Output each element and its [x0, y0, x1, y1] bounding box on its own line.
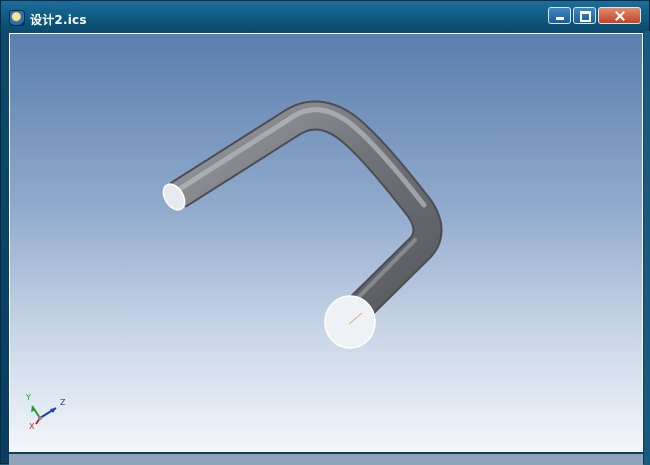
scene-canvas: Y Z X	[25, 100, 443, 431]
window-right-border	[644, 31, 650, 465]
close-icon	[599, 8, 640, 23]
app-icon[interactable]	[9, 10, 25, 26]
application-window: 设计2.ics Y Z X	[0, 0, 650, 465]
minimize-icon	[549, 8, 570, 23]
status-strip	[9, 454, 643, 465]
close-button[interactable]	[598, 7, 641, 24]
pipe-end-large	[324, 295, 376, 349]
minimize-button[interactable]	[548, 7, 571, 24]
window-title: 设计2.ics	[30, 13, 87, 27]
title-bar[interactable]: 设计2.ics	[1, 1, 649, 31]
pipe-body[interactable]	[171, 102, 441, 327]
axis-triad: Y Z X	[25, 393, 66, 431]
axis-x-label: X	[29, 422, 35, 431]
maximize-button[interactable]	[573, 7, 596, 24]
axis-z-label: Z	[60, 398, 66, 407]
axis-y-label: Y	[25, 393, 31, 402]
maximize-icon	[574, 8, 595, 23]
3d-viewport[interactable]: Y Z X	[9, 33, 643, 452]
